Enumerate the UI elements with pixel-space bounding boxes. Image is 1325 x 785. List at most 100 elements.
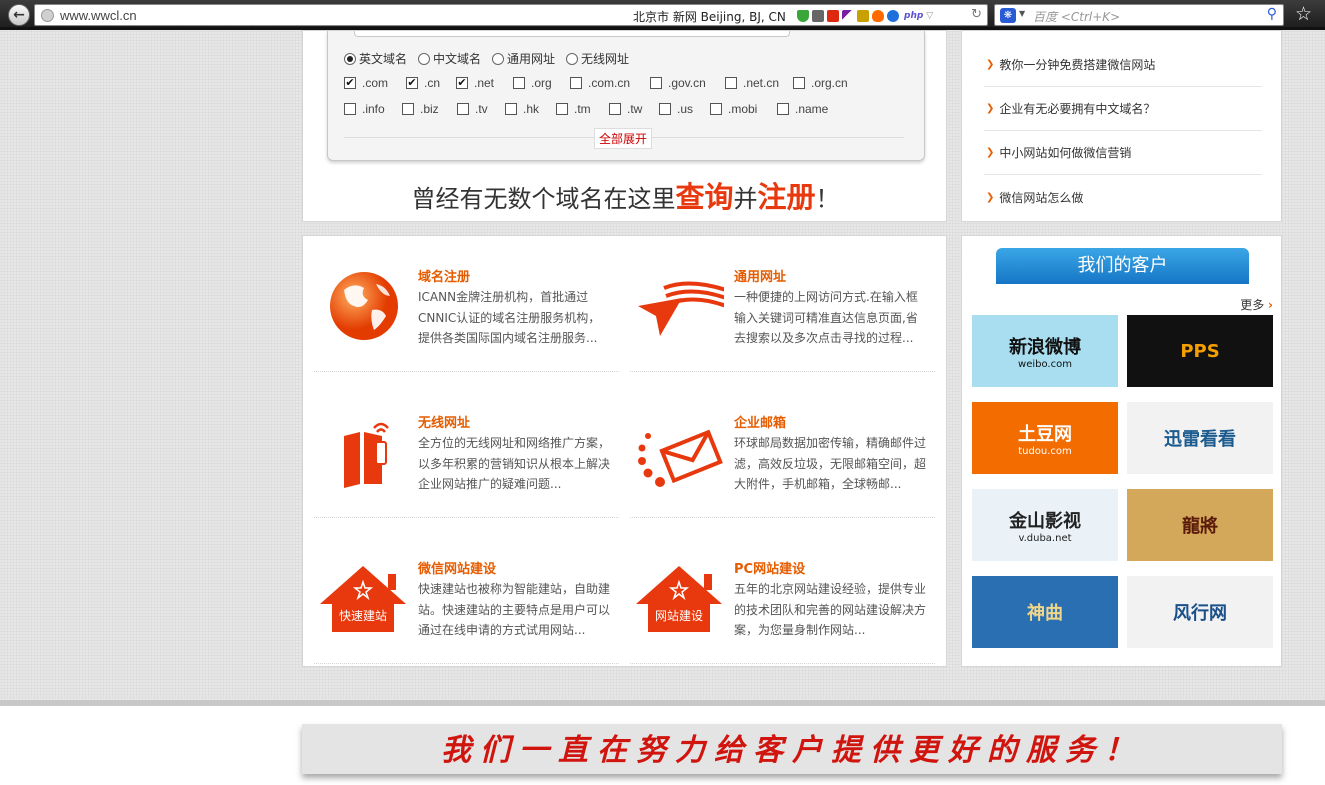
checkbox-icon[interactable] <box>344 103 356 115</box>
domain-type-label[interactable]: 通用网址 <box>507 50 555 67</box>
baidu-paw-icon[interactable]: ❋ <box>1000 8 1016 23</box>
more-link[interactable]: 更多 › <box>1240 296 1273 313</box>
checkbox-icon[interactable] <box>609 103 621 115</box>
checkbox-checked-icon[interactable]: ✔ <box>406 77 418 89</box>
checkbox-icon[interactable] <box>659 103 671 115</box>
extension-option[interactable]: .gov.cn <box>650 76 725 90</box>
extension-label[interactable]: .tw <box>627 102 642 116</box>
client-logo[interactable]: 神曲 <box>972 576 1118 648</box>
extension-label[interactable]: .gov.cn <box>668 76 706 90</box>
qr-code-icon[interactable] <box>812 10 824 22</box>
radio-icon[interactable] <box>566 52 579 65</box>
fire-icon[interactable] <box>872 10 884 22</box>
extension-option[interactable]: .tw <box>609 102 659 116</box>
china-flag-icon[interactable] <box>827 10 839 22</box>
extension-option[interactable]: .tv <box>457 102 505 116</box>
domain-type-label[interactable]: 英文域名 <box>359 50 407 67</box>
extension-label[interactable]: .mobi <box>728 102 757 116</box>
extension-option[interactable]: .biz <box>402 102 457 116</box>
extension-option[interactable]: .us <box>659 102 710 116</box>
reload-icon[interactable]: ↻ <box>971 7 982 22</box>
extension-label[interactable]: .tv <box>475 102 488 116</box>
service-domain-registration[interactable]: 域名注册 ICANN金牌注册机构，首批通过 CNNIC认证的域名注册服务机构， … <box>314 236 619 372</box>
service-title[interactable]: 域名注册 <box>418 266 470 285</box>
service-enterprise-mail[interactable]: 企业邮箱 环球邮局数据加密传输，精确邮件过 滤，高效反垃圾，无限邮箱空间，超 大… <box>630 382 935 518</box>
bookmark-star-icon[interactable]: ☆ <box>1295 3 1312 25</box>
php-icon[interactable]: php <box>904 11 923 21</box>
more-label[interactable]: 更多 <box>1240 298 1264 312</box>
extension-label[interactable]: .cn <box>424 76 440 90</box>
expand-all-button[interactable]: 全部展开 <box>594 128 653 149</box>
client-logo[interactable]: PPS <box>1127 315 1273 387</box>
browser-search-box[interactable]: ❋ ▼ 百度 <Ctrl+K> ⚲ <box>994 4 1284 26</box>
extension-label[interactable]: .info <box>362 102 385 116</box>
extension-option[interactable]: .mobi <box>710 102 777 116</box>
checkbox-checked-icon[interactable]: ✔ <box>456 77 468 89</box>
checkbox-icon[interactable] <box>402 103 414 115</box>
extension-option[interactable]: .name <box>777 102 837 116</box>
extension-label[interactable]: .hk <box>523 102 539 116</box>
checkbox-icon[interactable] <box>556 103 568 115</box>
extension-label[interactable]: .us <box>677 102 693 116</box>
checkbox-icon[interactable] <box>505 103 517 115</box>
domain-type-option[interactable]: 通用网址 <box>492 50 555 67</box>
service-universal-url[interactable]: 通用网址 一种便捷的上网访问方式.在输入框 输入关键词可精准直达信息页面,省 去… <box>630 236 935 372</box>
extension-option[interactable]: ✔ .cn <box>406 76 456 90</box>
service-title[interactable]: PC网站建设 <box>734 558 805 577</box>
checkbox-icon[interactable] <box>725 77 737 89</box>
dropdown-triangle-icon[interactable]: ▽ <box>926 11 933 21</box>
extension-label[interactable]: .org.cn <box>811 76 848 90</box>
service-title[interactable]: 无线网址 <box>418 412 470 431</box>
radio-icon[interactable] <box>492 52 505 65</box>
checkbox-icon[interactable] <box>777 103 789 115</box>
puzzle-icon[interactable] <box>857 10 869 22</box>
checkbox-icon[interactable] <box>513 77 525 89</box>
extension-label[interactable]: .name <box>795 102 828 116</box>
search-placeholder[interactable]: 百度 <Ctrl+K> <box>1033 8 1120 25</box>
domain-input-bottom[interactable] <box>354 31 790 37</box>
back-arrow-icon[interactable]: ← <box>8 4 30 26</box>
news-item[interactable]: ❯ 教你一分钟免费搭建微信网站 <box>984 43 1262 87</box>
radio-icon[interactable] <box>418 52 431 65</box>
shield-icon[interactable] <box>797 10 809 22</box>
extension-option[interactable]: .net.cn <box>725 76 793 90</box>
extension-label[interactable]: .com <box>362 76 388 90</box>
domain-type-option[interactable]: 中文域名 <box>418 50 481 67</box>
extension-option[interactable]: .hk <box>505 102 556 116</box>
news-title[interactable]: 教你一分钟免费搭建微信网站 <box>999 56 1155 73</box>
service-title[interactable]: 企业邮箱 <box>734 412 786 431</box>
news-item[interactable]: ❯ 微信网站怎么做 <box>984 175 1262 219</box>
extension-label[interactable]: .net.cn <box>743 76 779 90</box>
search-icon[interactable]: ⚲ <box>1267 6 1277 22</box>
checkbox-icon[interactable] <box>650 77 662 89</box>
checkbox-icon[interactable] <box>710 103 722 115</box>
domain-type-option[interactable]: 无线网址 <box>566 50 629 67</box>
extension-option[interactable]: ✔ .net <box>456 76 513 90</box>
news-item[interactable]: ❯ 中小网站如何做微信营销 <box>984 131 1262 175</box>
domain-type-option[interactable]: 英文域名 <box>344 50 407 67</box>
extension-option[interactable]: ✔ .com <box>344 76 406 90</box>
extension-option[interactable]: .tm <box>556 102 609 116</box>
moon-icon[interactable] <box>887 10 899 22</box>
service-pc-site[interactable]: 网站建设 PC网站建设 五年的北京网站建设经验，提供专业 的技术团队和完善的网站… <box>630 528 935 664</box>
news-title[interactable]: 企业有无必要拥有中文域名？ <box>999 100 1155 117</box>
extension-option[interactable]: .info <box>344 102 402 116</box>
client-logo[interactable]: 风行网 <box>1127 576 1273 648</box>
extension-option[interactable]: .com.cn <box>570 76 650 90</box>
engine-dropdown-icon[interactable]: ▼ <box>1019 9 1025 18</box>
extension-label[interactable]: .org <box>531 76 552 90</box>
checkbox-icon[interactable] <box>570 77 582 89</box>
checkbox-icon[interactable] <box>793 77 805 89</box>
extension-label[interactable]: .net <box>474 76 494 90</box>
news-item[interactable]: ❯ 企业有无必要拥有中文域名？ <box>984 87 1262 131</box>
checkbox-checked-icon[interactable]: ✔ <box>344 77 356 89</box>
news-title[interactable]: 中小网站如何做微信营销 <box>999 144 1131 161</box>
service-title[interactable]: 通用网址 <box>734 266 786 285</box>
client-logo[interactable]: 迅雷看看 <box>1127 402 1273 474</box>
url-text[interactable]: www.wwcl.cn <box>60 8 137 23</box>
domain-type-label[interactable]: 无线网址 <box>581 50 629 67</box>
extension-option[interactable]: .org.cn <box>793 76 863 90</box>
client-logo[interactable]: 金山影视 v.duba.net <box>972 489 1118 561</box>
service-title[interactable]: 微信网站建设 <box>418 558 496 577</box>
service-wechat-site[interactable]: 快速建站 微信网站建设 快速建站也被称为智能建站，自助建 站。快速建站的主要特点… <box>314 528 619 664</box>
